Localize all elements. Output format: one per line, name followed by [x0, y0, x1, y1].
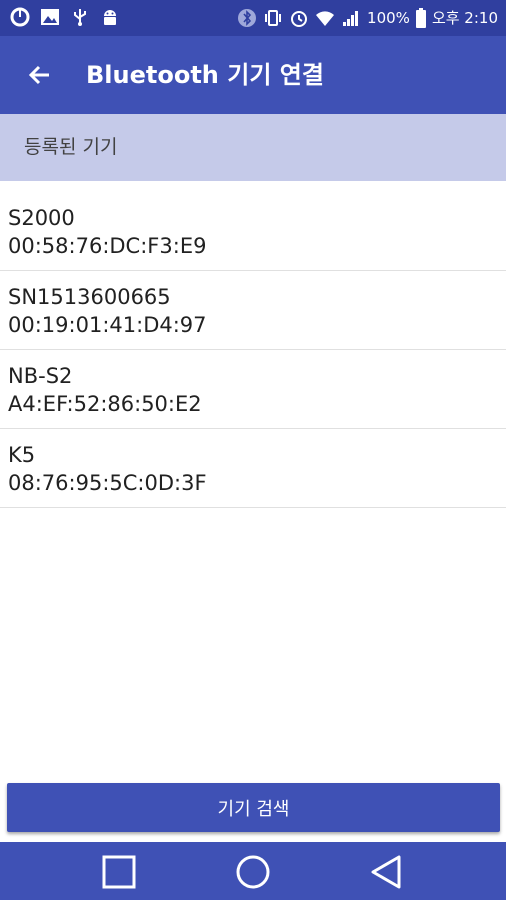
- recents-square-icon[interactable]: [99, 852, 139, 892]
- status-time: 오후 2:10: [431, 9, 498, 27]
- image-icon: [41, 9, 59, 25]
- status-bar: 100% 오후 2:10: [0, 0, 506, 36]
- status-right-icons: 100% 오후 2:10: [237, 7, 498, 29]
- device-item[interactable]: SN1513600665 00:19:01:41:D4:97: [0, 271, 506, 350]
- device-item[interactable]: S2000 00:58:76:DC:F3:E9: [0, 192, 506, 271]
- android-icon: [104, 10, 116, 25]
- device-name: K5: [8, 443, 36, 467]
- signal-icon: [343, 11, 359, 26]
- section-label: 등록된 기기: [24, 136, 118, 158]
- usb-icon: [74, 9, 86, 26]
- app-bar: Bluetooth 기기 연결: [0, 36, 506, 114]
- device-address: 00:58:76:DC:F3:E9: [8, 234, 207, 258]
- device-address: 00:19:01:41:D4:97: [8, 313, 207, 337]
- page-title: Bluetooth 기기 연결: [86, 61, 324, 89]
- device-name: NB-S2: [8, 364, 73, 388]
- vibrate-icon: [265, 10, 282, 26]
- back-button[interactable]: [18, 53, 62, 97]
- navigation-bar: [0, 842, 506, 900]
- bluetooth-icon: [238, 9, 257, 27]
- battery-icon: [415, 8, 426, 28]
- device-address: A4:EF:52:86:50:E2: [8, 392, 202, 416]
- status-left-icons: [10, 7, 120, 27]
- device-name: SN1513600665: [8, 285, 171, 309]
- arrow-back-icon: [28, 65, 49, 85]
- wifi-icon: [316, 11, 335, 26]
- section-header: 등록된 기기: [0, 114, 506, 181]
- device-list: S2000 00:58:76:DC:F3:E9 SN1513600665 00:…: [0, 192, 506, 508]
- device-name: S2000: [8, 206, 75, 230]
- device-item[interactable]: NB-S2 A4:EF:52:86:50:E2: [0, 350, 506, 429]
- device-item[interactable]: K5 08:76:95:5C:0D:3F: [0, 429, 506, 508]
- battery-percent: 100%: [367, 9, 410, 27]
- scan-devices-button[interactable]: 기기 검색: [7, 783, 500, 832]
- home-circle-icon[interactable]: [233, 852, 273, 892]
- sync-icon: [10, 7, 30, 27]
- device-address: 08:76:95:5C:0D:3F: [8, 471, 207, 495]
- alarm-icon: [291, 11, 308, 27]
- back-triangle-icon[interactable]: [367, 852, 407, 892]
